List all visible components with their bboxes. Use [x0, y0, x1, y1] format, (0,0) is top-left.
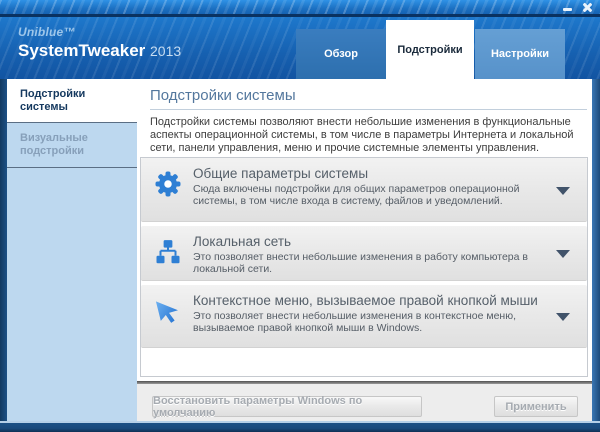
restore-defaults-button[interactable]: Восстановить параметры Windows по умолча…	[152, 395, 422, 419]
tweak-category-list: Общие параметры системы Сюда включены по…	[140, 157, 588, 377]
category-description: Сюда включены подстройки для общих парам…	[193, 183, 520, 207]
page-description: Подстройки системы позволяют внести небо…	[150, 116, 574, 154]
apply-button[interactable]: Применить	[494, 396, 578, 417]
product-name: SystemTweaker 2013	[18, 41, 182, 61]
category-general-system[interactable]: Общие параметры системы Сюда включены по…	[141, 158, 587, 222]
title-bar[interactable]	[0, 0, 600, 14]
sidebar-item-visual-tweaks[interactable]: Визуальные подстройки	[7, 123, 137, 167]
page-title: Подстройки системы	[150, 87, 296, 104]
app-window: Uniblue™ SystemTweaker 2013 Обзор Подстр…	[0, 0, 600, 432]
window-border-left	[0, 79, 7, 432]
brand-name: Uniblue™	[18, 25, 76, 39]
category-context-menu[interactable]: Контекстное меню, вызываемое правой кноп…	[141, 285, 587, 348]
app-logo: Uniblue™ SystemTweaker 2013	[18, 25, 182, 61]
app-header: Uniblue™ SystemTweaker 2013 Обзор Подстр…	[0, 17, 600, 79]
category-title: Контекстное меню, вызываемое правой кноп…	[193, 293, 538, 308]
tab-tweaks[interactable]: Подстройки	[386, 20, 474, 79]
sidebar: Подстройки системы Визуальные подстройки	[7, 79, 137, 421]
title-divider	[150, 109, 587, 110]
sidebar-item-system-tweaks[interactable]: Подстройки системы	[7, 79, 137, 122]
product-year: 2013	[150, 43, 182, 60]
window-border-bottom	[0, 423, 600, 432]
category-local-network[interactable]: Локальная сеть Это позволяет внести небо…	[141, 226, 587, 281]
main-content: Подстройки системы Подстройки системы по…	[137, 79, 592, 421]
minimize-icon[interactable]	[563, 8, 572, 11]
category-description: Это позволяет внести небольшие изменения…	[193, 310, 516, 334]
chevron-down-icon[interactable]	[556, 313, 570, 321]
sidebar-empty-area	[7, 168, 137, 421]
network-icon	[151, 237, 185, 267]
category-title: Общие параметры системы	[193, 166, 369, 181]
chevron-down-icon[interactable]	[556, 186, 570, 195]
gear-icon	[151, 169, 185, 199]
cursor-icon	[151, 296, 185, 326]
chevron-down-icon[interactable]	[556, 250, 570, 258]
window-border-right	[592, 79, 600, 432]
close-icon[interactable]	[581, 2, 592, 13]
category-description: Это позволяет внести небольшие изменения…	[193, 251, 528, 275]
app-body: Подстройки системы Визуальные подстройки…	[7, 79, 592, 421]
footer-bar: Восстановить параметры Windows по умолча…	[137, 381, 592, 421]
tab-settings[interactable]: Настройки	[475, 29, 565, 79]
tab-overview[interactable]: Обзор	[296, 29, 386, 79]
category-title: Локальная сеть	[193, 234, 292, 249]
